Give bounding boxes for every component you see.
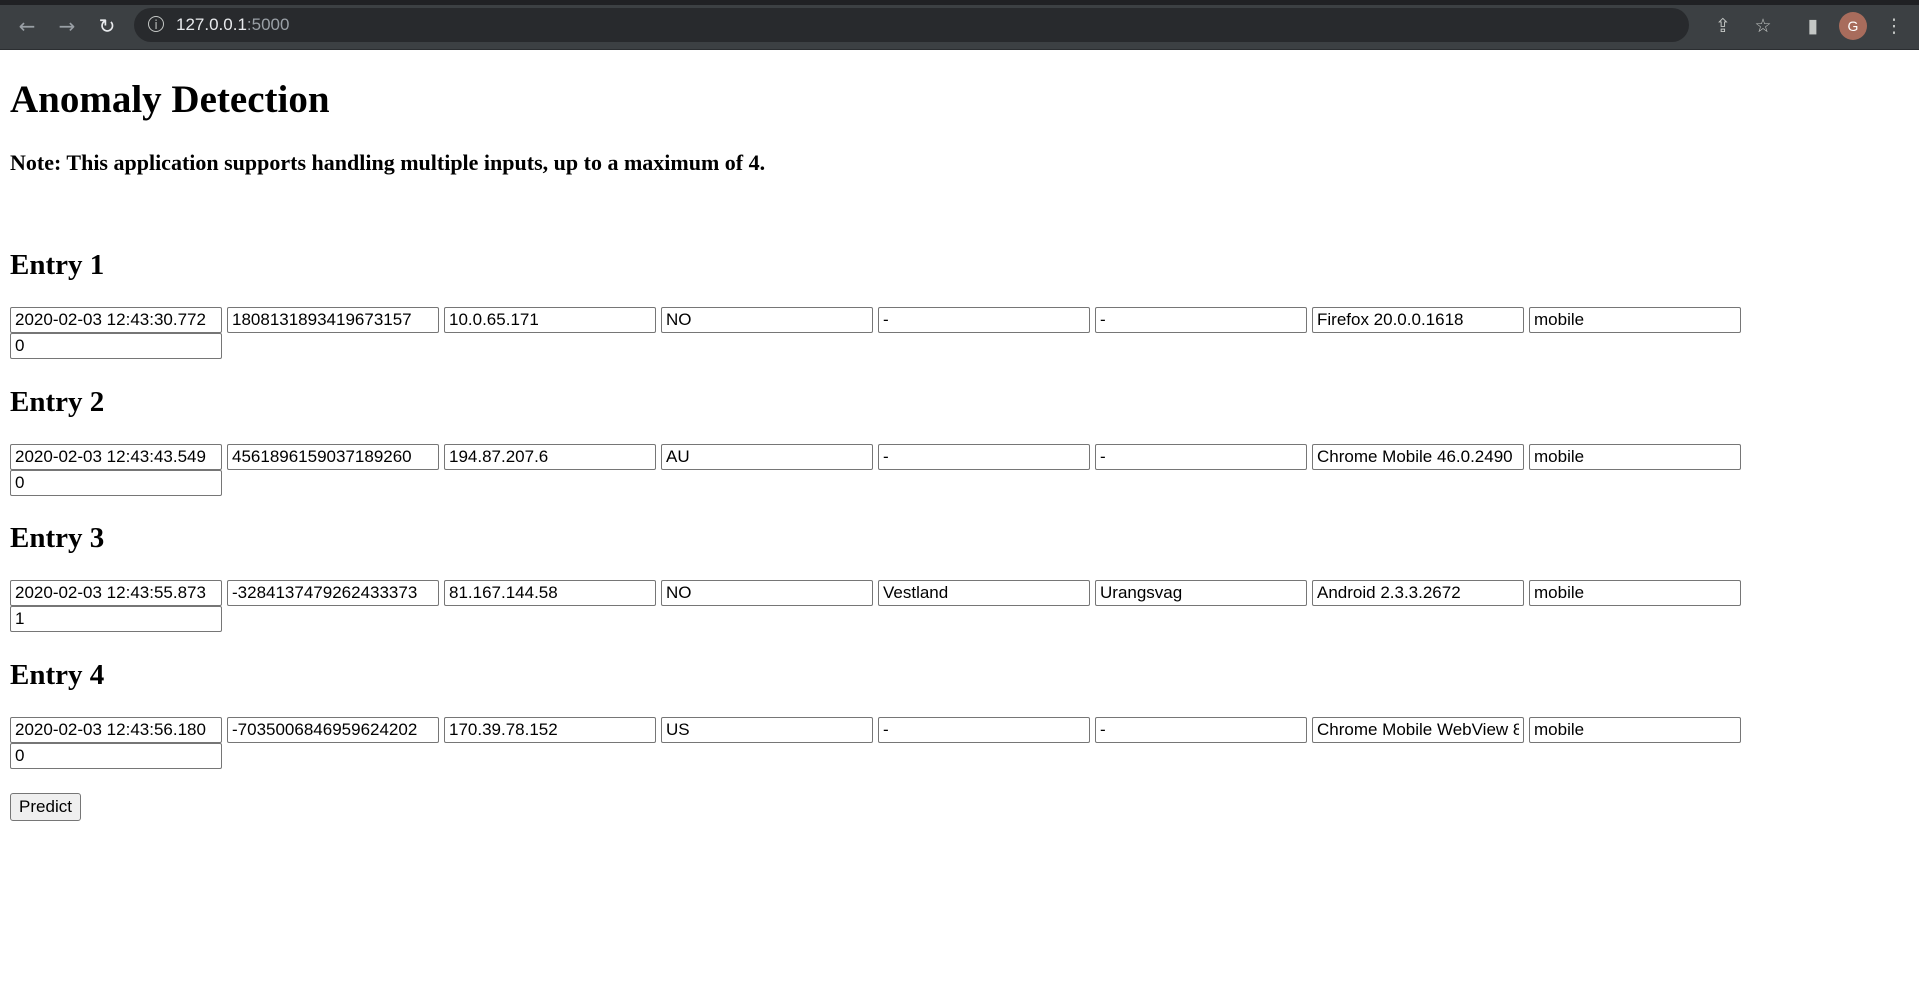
- url-host: 127.0.0.1: [176, 15, 247, 34]
- entry-heading: Entry 4: [10, 659, 105, 691]
- device-type-input[interactable]: [1529, 444, 1741, 470]
- side-panel-icon[interactable]: ▮: [1799, 12, 1827, 40]
- label-input[interactable]: [10, 333, 222, 359]
- forward-arrow-icon[interactable]: →: [53, 12, 81, 40]
- region-input[interactable]: [878, 580, 1090, 606]
- timestamp-input[interactable]: [10, 307, 222, 333]
- country-input[interactable]: [661, 717, 873, 743]
- user-id-input[interactable]: [227, 444, 439, 470]
- timestamp-input[interactable]: [10, 444, 222, 470]
- page-title: Anomaly Detection: [10, 78, 330, 121]
- country-input[interactable]: [661, 307, 873, 333]
- browser-input[interactable]: [1312, 444, 1524, 470]
- device-type-input[interactable]: [1529, 717, 1741, 743]
- country-input[interactable]: [661, 444, 873, 470]
- bookmark-star-icon[interactable]: ☆: [1749, 12, 1777, 40]
- city-input[interactable]: [1095, 580, 1307, 606]
- menu-kebab-icon[interactable]: ⋮: [1880, 12, 1908, 40]
- label-input[interactable]: [10, 743, 222, 769]
- reload-icon[interactable]: ↻: [93, 12, 121, 40]
- page-note: Note: This application supports handling…: [10, 150, 766, 175]
- ip-address-input[interactable]: [444, 580, 656, 606]
- user-id-input[interactable]: [227, 717, 439, 743]
- back-arrow-icon[interactable]: ←: [13, 12, 41, 40]
- predict-button[interactable]: Predict: [10, 793, 81, 821]
- ip-address-input[interactable]: [444, 307, 656, 333]
- device-type-input[interactable]: [1529, 307, 1741, 333]
- address-bar[interactable]: i 127.0.0.1:5000: [134, 8, 1689, 42]
- browser-input[interactable]: [1312, 307, 1524, 333]
- site-info-icon[interactable]: i: [148, 16, 164, 32]
- entry-heading: Entry 3: [10, 522, 105, 554]
- entry-heading: Entry 2: [10, 386, 105, 418]
- browser-input[interactable]: [1312, 717, 1524, 743]
- user-id-input[interactable]: [227, 580, 439, 606]
- region-input[interactable]: [878, 307, 1090, 333]
- country-input[interactable]: [661, 580, 873, 606]
- browser-input[interactable]: [1312, 580, 1524, 606]
- url-text[interactable]: 127.0.0.1:5000: [176, 15, 289, 35]
- browser-toolbar: ← → ↻ i 127.0.0.1:5000 ⇪ ☆ ▮ G ⋮: [0, 0, 1919, 50]
- ip-address-input[interactable]: [444, 444, 656, 470]
- city-input[interactable]: [1095, 444, 1307, 470]
- city-input[interactable]: [1095, 307, 1307, 333]
- tab-strip: [0, 0, 1919, 5]
- user-id-input[interactable]: [227, 307, 439, 333]
- profile-avatar[interactable]: G: [1839, 12, 1867, 40]
- region-input[interactable]: [878, 444, 1090, 470]
- label-input[interactable]: [10, 470, 222, 496]
- region-input[interactable]: [878, 717, 1090, 743]
- device-type-input[interactable]: [1529, 580, 1741, 606]
- ip-address-input[interactable]: [444, 717, 656, 743]
- timestamp-input[interactable]: [10, 580, 222, 606]
- label-input[interactable]: [10, 606, 222, 632]
- entry-heading: Entry 1: [10, 249, 105, 281]
- share-icon[interactable]: ⇪: [1709, 12, 1737, 40]
- city-input[interactable]: [1095, 717, 1307, 743]
- timestamp-input[interactable]: [10, 717, 222, 743]
- url-port: :5000: [246, 15, 290, 34]
